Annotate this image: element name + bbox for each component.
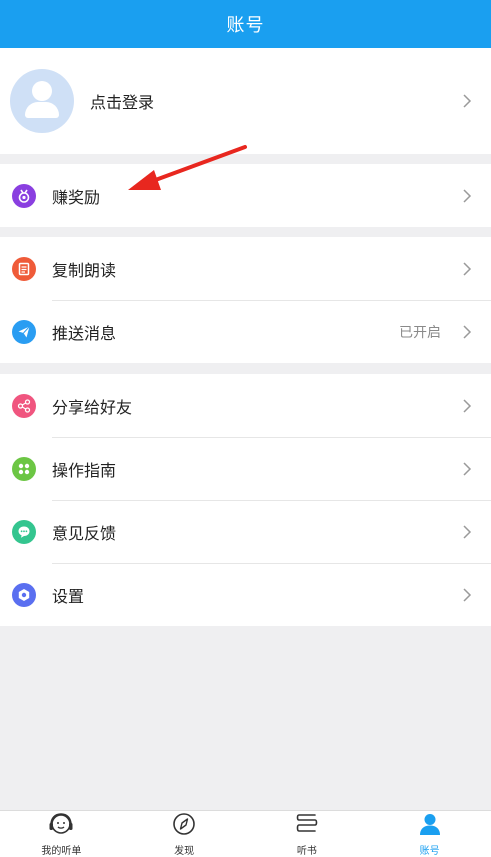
push-status: 已开启	[399, 324, 441, 341]
chevron-right-icon	[455, 524, 479, 540]
chevron-right-icon	[455, 188, 479, 204]
menu-item-feedback[interactable]: 意见反馈	[0, 500, 491, 563]
menu-item-settings[interactable]: 设置	[0, 563, 491, 626]
login-row[interactable]: 点击登录	[0, 48, 491, 154]
misc-group: 分享给好友 操作指南 意见反馈 设置	[0, 374, 491, 626]
chevron-right-icon	[455, 261, 479, 277]
tab-label: 我的听单	[41, 846, 82, 857]
page-title: 账号	[226, 15, 265, 36]
settings-icon	[12, 582, 36, 607]
grid-icon	[12, 456, 36, 481]
tab-label: 发现	[174, 846, 195, 857]
tab-discover[interactable]: 发现	[123, 811, 246, 857]
menu-item-guide[interactable]: 操作指南	[0, 437, 491, 500]
chat-icon	[12, 519, 36, 544]
tab-audiobooks[interactable]: 听书	[246, 811, 369, 857]
annotation-arrow-icon	[128, 145, 247, 190]
compass-icon	[171, 811, 197, 841]
paper-plane-icon	[12, 319, 36, 344]
menu-item-label: 意见反馈	[52, 523, 117, 543]
reading-group: 复制朗读 推送消息 已开启	[0, 237, 491, 363]
menu-item-copy-read[interactable]: 复制朗读	[0, 237, 491, 300]
menu-item-label: 分享给好友	[52, 397, 133, 417]
user-icon	[417, 811, 443, 841]
menu-item-label: 设置	[52, 586, 85, 606]
chevron-right-icon	[455, 398, 479, 414]
chevron-right-icon	[455, 587, 479, 603]
book-icon	[294, 811, 320, 841]
menu-item-label: 赚奖励	[52, 187, 101, 207]
tab-my-playlist[interactable]: 我的听单	[0, 811, 123, 857]
tab-account[interactable]: 账号	[368, 811, 491, 857]
menu-item-label: 复制朗读	[52, 260, 117, 280]
medal-icon	[12, 183, 36, 208]
headphone-face-icon	[47, 811, 75, 841]
chevron-right-icon	[455, 461, 479, 477]
bottom-tab-bar: 我的听单 发现 听书 账号	[0, 810, 491, 857]
menu-item-label: 推送消息	[52, 323, 117, 343]
avatar	[10, 69, 74, 133]
tab-label: 听书	[296, 846, 317, 857]
chevron-right-icon	[455, 93, 479, 109]
chevron-right-icon	[455, 324, 479, 340]
document-icon	[12, 256, 36, 281]
menu-item-label: 操作指南	[52, 460, 117, 480]
tab-label: 账号	[419, 846, 440, 857]
menu-item-share[interactable]: 分享给好友	[0, 374, 491, 437]
app-header: 账号	[0, 0, 491, 48]
menu-item-push[interactable]: 推送消息 已开启	[0, 300, 491, 363]
login-label: 点击登录	[90, 93, 155, 112]
share-icon	[12, 393, 36, 418]
